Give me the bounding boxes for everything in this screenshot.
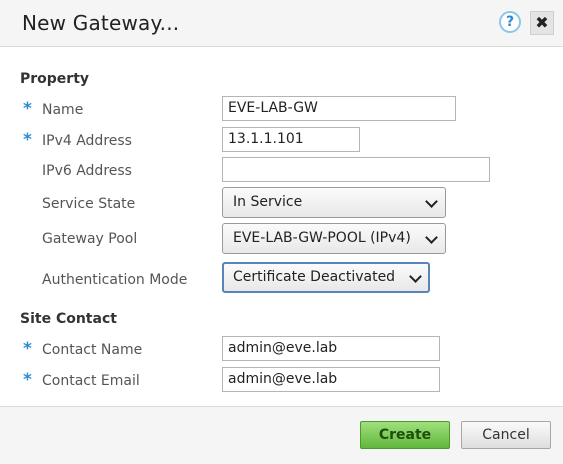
ipv6-address-input[interactable] [222,157,490,182]
create-button[interactable]: Create [360,421,450,449]
asterisk-icon: * [23,339,32,359]
asterisk-icon: * [23,99,32,119]
dialog-footer: Create Cancel [0,406,563,464]
contact-email-label: Contact Email [42,373,140,389]
chevron-down-icon [425,231,438,244]
help-icon[interactable]: ? [499,11,521,33]
gateway-pool-label: Gateway Pool [42,231,138,247]
dialog-title: New Gateway... [22,11,180,35]
chevron-down-icon [409,270,422,283]
dialog-titlebar: New Gateway... ? ✖ [0,0,563,47]
cancel-button[interactable]: Cancel [461,421,551,449]
name-input[interactable]: EVE-LAB-GW [222,96,456,121]
service-state-value: In Service [233,194,303,210]
site-contact-section-title: Site Contact [20,311,117,327]
ipv6-address-label: IPv6 Address [42,163,132,179]
service-state-label: Service State [42,196,136,212]
authentication-mode-value: Certificate Deactivated [233,269,396,285]
service-state-select[interactable]: In Service [222,187,446,218]
ipv4-address-label: IPv4 Address [42,133,132,149]
gateway-pool-value: EVE-LAB-GW-POOL (IPv4) [233,230,411,246]
contact-name-label: Contact Name [42,342,143,358]
new-gateway-dialog: New Gateway... ? ✖ Property * Name EVE-L… [0,0,563,464]
contact-name-input[interactable]: admin@eve.lab [222,336,440,361]
authentication-mode-label: Authentication Mode [42,272,188,288]
close-icon[interactable]: ✖ [530,11,554,35]
chevron-down-icon [425,195,438,208]
property-section-title: Property [20,71,90,87]
authentication-mode-select[interactable]: Certificate Deactivated [222,262,430,293]
asterisk-icon: * [23,130,32,150]
name-label: Name [42,102,84,118]
ipv4-address-input[interactable]: 13.1.1.101 [222,127,360,152]
asterisk-icon: * [23,370,32,390]
contact-email-input[interactable]: admin@eve.lab [222,367,440,392]
gateway-pool-select[interactable]: EVE-LAB-GW-POOL (IPv4) [222,223,446,254]
